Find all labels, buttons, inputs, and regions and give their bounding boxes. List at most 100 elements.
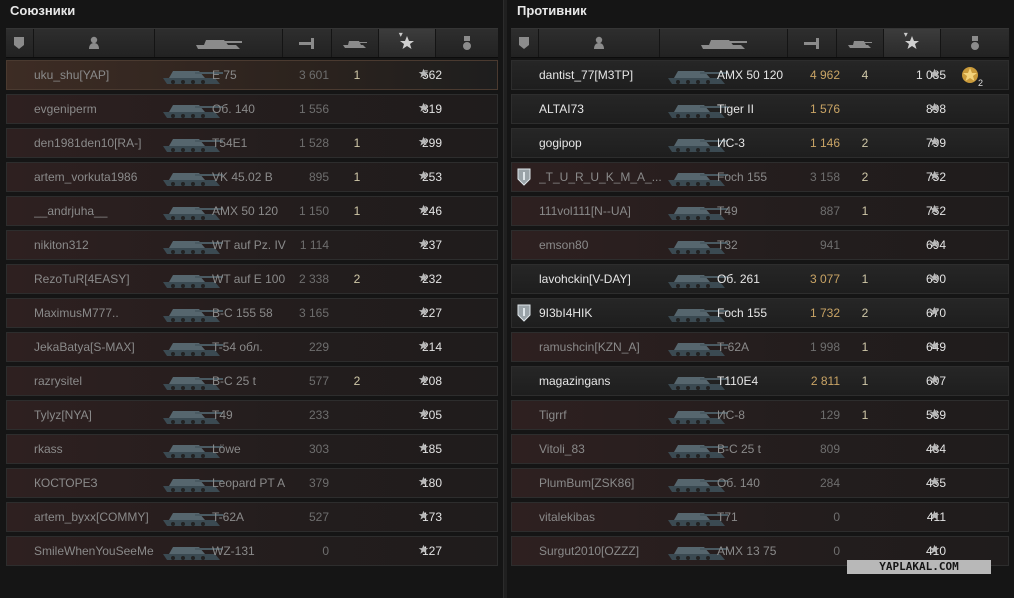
damage-value: 1 732 bbox=[809, 306, 840, 320]
platoon-badge-icon bbox=[516, 304, 532, 322]
header-vehicle[interactable] bbox=[154, 29, 283, 57]
damage-icon bbox=[299, 38, 315, 49]
star-icon bbox=[929, 163, 945, 191]
header-damage[interactable] bbox=[282, 29, 333, 57]
player-row[interactable]: ramushcin[KZN_A]T-62A1 9981649 bbox=[511, 332, 1009, 362]
header-xp[interactable]: ▾ bbox=[378, 29, 436, 57]
player-row[interactable]: artem_byxx[COMMY] T-62A 527 173 bbox=[6, 502, 498, 532]
star-icon bbox=[418, 231, 434, 259]
kills-icon bbox=[343, 41, 368, 48]
player-row[interactable]: Tylyz[NYA] T49 233 205 bbox=[6, 400, 498, 430]
kills-value bbox=[858, 469, 872, 497]
player-row[interactable]: magazingansT110E42 8111607 bbox=[511, 366, 1009, 396]
player-row[interactable]: RezoTuR[4EASY] WT auf E 100 2 338 2 232 bbox=[6, 264, 498, 294]
kills-value: 2 bbox=[353, 374, 361, 388]
kills-value: 1 bbox=[861, 272, 869, 286]
damage-value: 809 bbox=[819, 442, 840, 456]
header-kills[interactable] bbox=[837, 29, 885, 57]
kills-value bbox=[350, 401, 364, 429]
star-icon bbox=[929, 401, 945, 429]
player-row[interactable]: rkass Löwe 303 185 bbox=[6, 434, 498, 464]
kills-value: 1 bbox=[353, 204, 361, 218]
player-row[interactable]: lavohckin[V-DAY]Об. 2613 0771690 bbox=[511, 264, 1009, 294]
damage-value: 1 114 bbox=[299, 238, 329, 252]
kills-value bbox=[858, 435, 872, 463]
header-damage[interactable] bbox=[787, 29, 838, 57]
player-row[interactable]: 9I3bI4HIKFoch 1551 7322670 bbox=[511, 298, 1009, 328]
player-row[interactable]: 111vol111[N--UA]T498871752 bbox=[511, 196, 1009, 226]
allies-list: uku_shu[YAP] E 75 3 601 1 562 evgeniperm Об. 1… bbox=[6, 60, 498, 570]
player-row[interactable]: JekaBatya[S-MAX] T-54 обл. 229 214 bbox=[6, 332, 498, 362]
star-icon bbox=[929, 469, 945, 497]
kills-value bbox=[350, 537, 364, 565]
player-row[interactable]: SmileWhenYouSeeMe WZ-131 0 127 bbox=[6, 536, 498, 566]
star-icon bbox=[929, 299, 945, 327]
player-row[interactable]: PlumBum[ZSK86]Об. 140284455 bbox=[511, 468, 1009, 498]
header-platoon[interactable] bbox=[6, 29, 34, 57]
player-row[interactable]: razrysitel B-C 25 t 577 2 208 bbox=[6, 366, 498, 396]
header-vehicle[interactable] bbox=[659, 29, 788, 57]
damage-value: 1 150 bbox=[298, 204, 329, 218]
kills-value: 1 bbox=[353, 68, 361, 82]
kills-value bbox=[350, 435, 364, 463]
kills-value: 2 bbox=[861, 306, 869, 320]
star-icon bbox=[418, 95, 434, 123]
damage-value: 229 bbox=[308, 340, 329, 354]
header-medal[interactable] bbox=[940, 29, 1009, 57]
damage-value: 1 528 bbox=[298, 136, 329, 150]
player-row[interactable]: MaximusM777.. B-C 155 58 3 165 227 bbox=[6, 298, 498, 328]
star-icon bbox=[929, 503, 945, 531]
header-player[interactable] bbox=[538, 29, 660, 57]
player-row[interactable]: vitalekibasT710411 bbox=[511, 502, 1009, 532]
damage-value: 577 bbox=[308, 374, 329, 388]
kills-value: 1 bbox=[353, 136, 361, 150]
header-player[interactable] bbox=[33, 29, 155, 57]
player-row[interactable]: artem_vorkuta1986 VK 45.02 B 895 1 253 bbox=[6, 162, 498, 192]
kills-value bbox=[350, 333, 364, 361]
star-icon bbox=[929, 435, 945, 463]
kills-value: 1 bbox=[861, 340, 869, 354]
player-row[interactable]: gogipopИС-31 1462799 bbox=[511, 128, 1009, 158]
achievement-medal-icon[interactable]: 2 bbox=[959, 64, 983, 88]
player-row[interactable]: __andrjuha__ AMX 50 120 1 150 1 246 bbox=[6, 196, 498, 226]
star-icon bbox=[418, 401, 434, 429]
kills-value bbox=[350, 95, 364, 123]
kills-value bbox=[350, 299, 364, 327]
xp-value: 562 bbox=[421, 68, 442, 82]
player-row[interactable]: ALTAI73Tiger II1 576898 bbox=[511, 94, 1009, 124]
kills-value: 2 bbox=[861, 136, 869, 150]
player-row[interactable]: Vitoli_83B-C 25 t809484 bbox=[511, 434, 1009, 464]
player-row[interactable]: dantist_77[M3TP] AMX 50 120 4 962 4 1 085 2 bbox=[511, 60, 1009, 90]
allies-panel: Союзники ▾ uku_shu[YAP] E 75 3 601 1 562 evge… bbox=[0, 0, 504, 598]
kills-value bbox=[350, 469, 364, 497]
header-xp[interactable]: ▾ bbox=[884, 29, 941, 57]
kills-value: 1 bbox=[353, 170, 361, 184]
enemies-list: dantist_77[M3TP] AMX 50 120 4 962 4 1 085 2 AL… bbox=[511, 60, 1009, 570]
player-row[interactable]: КОСТОРЕЗ Leopard PT A 379 180 bbox=[6, 468, 498, 498]
star-icon bbox=[418, 265, 434, 293]
header-medal[interactable] bbox=[435, 29, 498, 57]
medal-count: 2 bbox=[977, 78, 983, 88]
damage-value: 0 bbox=[833, 510, 840, 524]
player-row[interactable]: emson80T32941694 bbox=[511, 230, 1009, 260]
damage-value: 2 811 bbox=[810, 374, 840, 388]
enemies-panel: Противник ▾ dantist_77[M3TP] AMX 50 120 4 … bbox=[507, 0, 1014, 598]
star-icon bbox=[418, 537, 434, 565]
damage-value: 3 165 bbox=[298, 306, 329, 320]
player-row[interactable]: TigrrfИС-81291569 bbox=[511, 400, 1009, 430]
header-platoon[interactable] bbox=[511, 29, 539, 57]
star-icon bbox=[418, 163, 434, 191]
xp-value: 180 bbox=[421, 476, 442, 490]
allies-header: ▾ bbox=[6, 28, 498, 58]
player-row[interactable]: nikiton312 WT auf Pz. IV 1 114 237 bbox=[6, 230, 498, 260]
header-kills[interactable] bbox=[332, 29, 379, 57]
player-row[interactable]: _T_U_R_U_K_M_A_...Foch 1553 1582752 bbox=[511, 162, 1009, 192]
player-row[interactable]: evgeniperm Об. 140 1 556 319 bbox=[6, 94, 498, 124]
damage-value: 1 556 bbox=[298, 102, 329, 116]
xp-value: 246 bbox=[421, 204, 442, 218]
damage-value: 233 bbox=[308, 408, 329, 422]
xp-value: 205 bbox=[421, 408, 442, 422]
player-row[interactable]: uku_shu[YAP] E 75 3 601 1 562 bbox=[6, 60, 498, 90]
player-row[interactable]: den1981den10[RA-] T54E1 1 528 1 299 bbox=[6, 128, 498, 158]
damage-value: 895 bbox=[308, 170, 329, 184]
